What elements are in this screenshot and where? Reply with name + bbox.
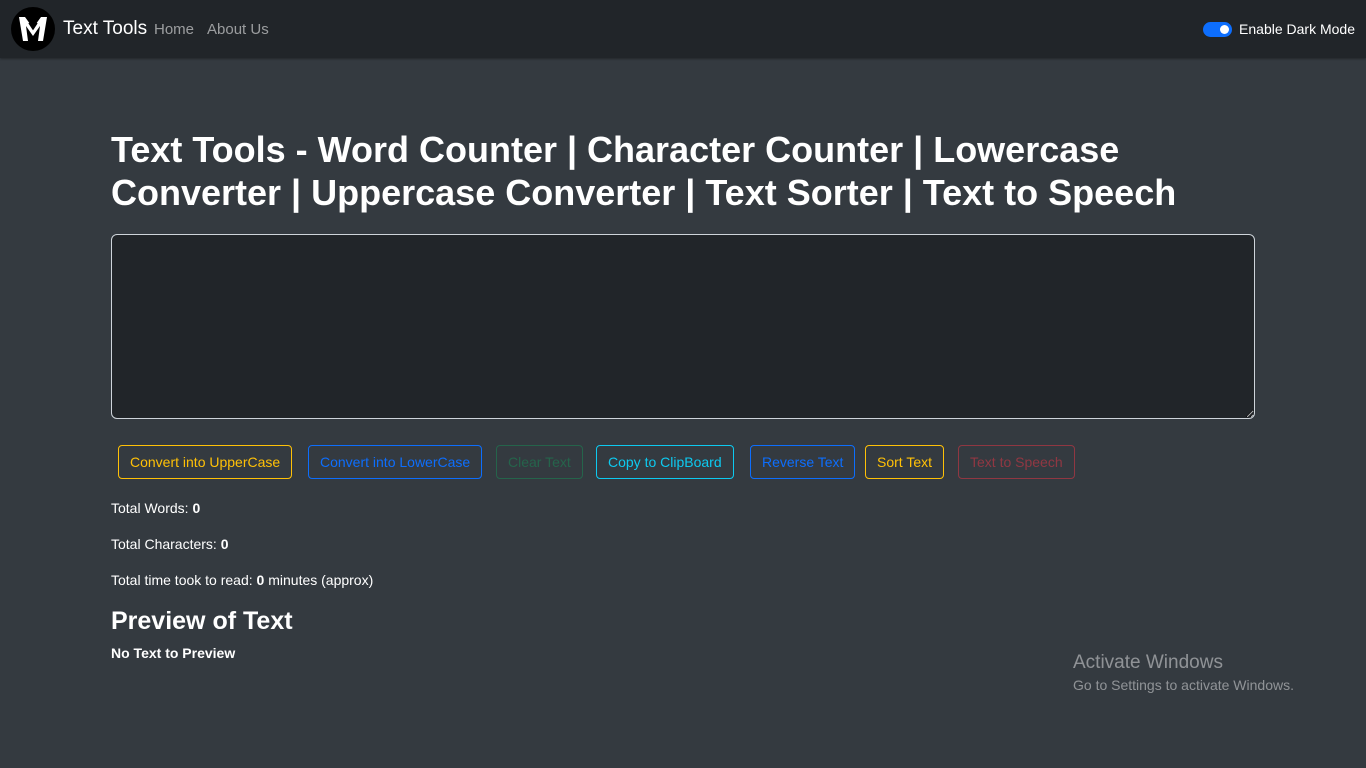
- total-characters-stat: Total Characters: 0: [111, 536, 229, 552]
- read-time-value: 0: [256, 572, 265, 588]
- dark-mode-switch[interactable]: [1203, 21, 1233, 37]
- watermark-subtitle: Go to Settings to activate Windows.: [1073, 677, 1294, 693]
- brand-link[interactable]: Text Tools: [63, 18, 147, 40]
- total-words-value: 0: [192, 500, 201, 516]
- total-words-stat: Total Words: 0: [111, 500, 200, 516]
- read-time-label: Total time took to read:: [111, 572, 253, 588]
- preview-heading: Preview of Text: [111, 607, 293, 635]
- total-characters-label: Total Characters:: [111, 536, 217, 552]
- text-input-area[interactable]: [111, 234, 1255, 419]
- clear-text-button[interactable]: Clear Text: [496, 445, 583, 479]
- activate-windows-watermark: Activate Windows Go to Settings to activ…: [1073, 652, 1294, 696]
- read-time-suffix: minutes (approx): [268, 572, 374, 588]
- copy-clipboard-button[interactable]: Copy to ClipBoard: [596, 445, 734, 479]
- lowercase-button[interactable]: Convert into LowerCase: [308, 445, 483, 479]
- navbar: Text Tools Home About Us Enable Dark Mod…: [0, 0, 1366, 58]
- reverse-text-button[interactable]: Reverse Text: [750, 445, 856, 479]
- read-time-stat: Total time took to read: 0 minutes (appr…: [111, 572, 373, 588]
- total-characters-value: 0: [220, 536, 229, 552]
- dark-mode-label[interactable]: Enable Dark Mode: [1239, 21, 1355, 37]
- preview-text: No Text to Preview: [111, 645, 236, 661]
- logo-icon[interactable]: [11, 7, 55, 51]
- dark-mode-toggle-group: Enable Dark Mode: [1203, 20, 1355, 38]
- nav-about-link[interactable]: About Us: [207, 21, 269, 39]
- text-to-speech-button[interactable]: Text to Speech: [958, 445, 1075, 479]
- nav-home-link[interactable]: Home: [154, 21, 194, 39]
- watermark-title: Activate Windows: [1073, 652, 1223, 673]
- page-title: Text Tools - Word Counter | Character Co…: [111, 129, 1177, 213]
- uppercase-button[interactable]: Convert into UpperCase: [118, 445, 293, 479]
- total-words-label: Total Words:: [111, 500, 189, 516]
- sort-text-button[interactable]: Sort Text: [865, 445, 944, 479]
